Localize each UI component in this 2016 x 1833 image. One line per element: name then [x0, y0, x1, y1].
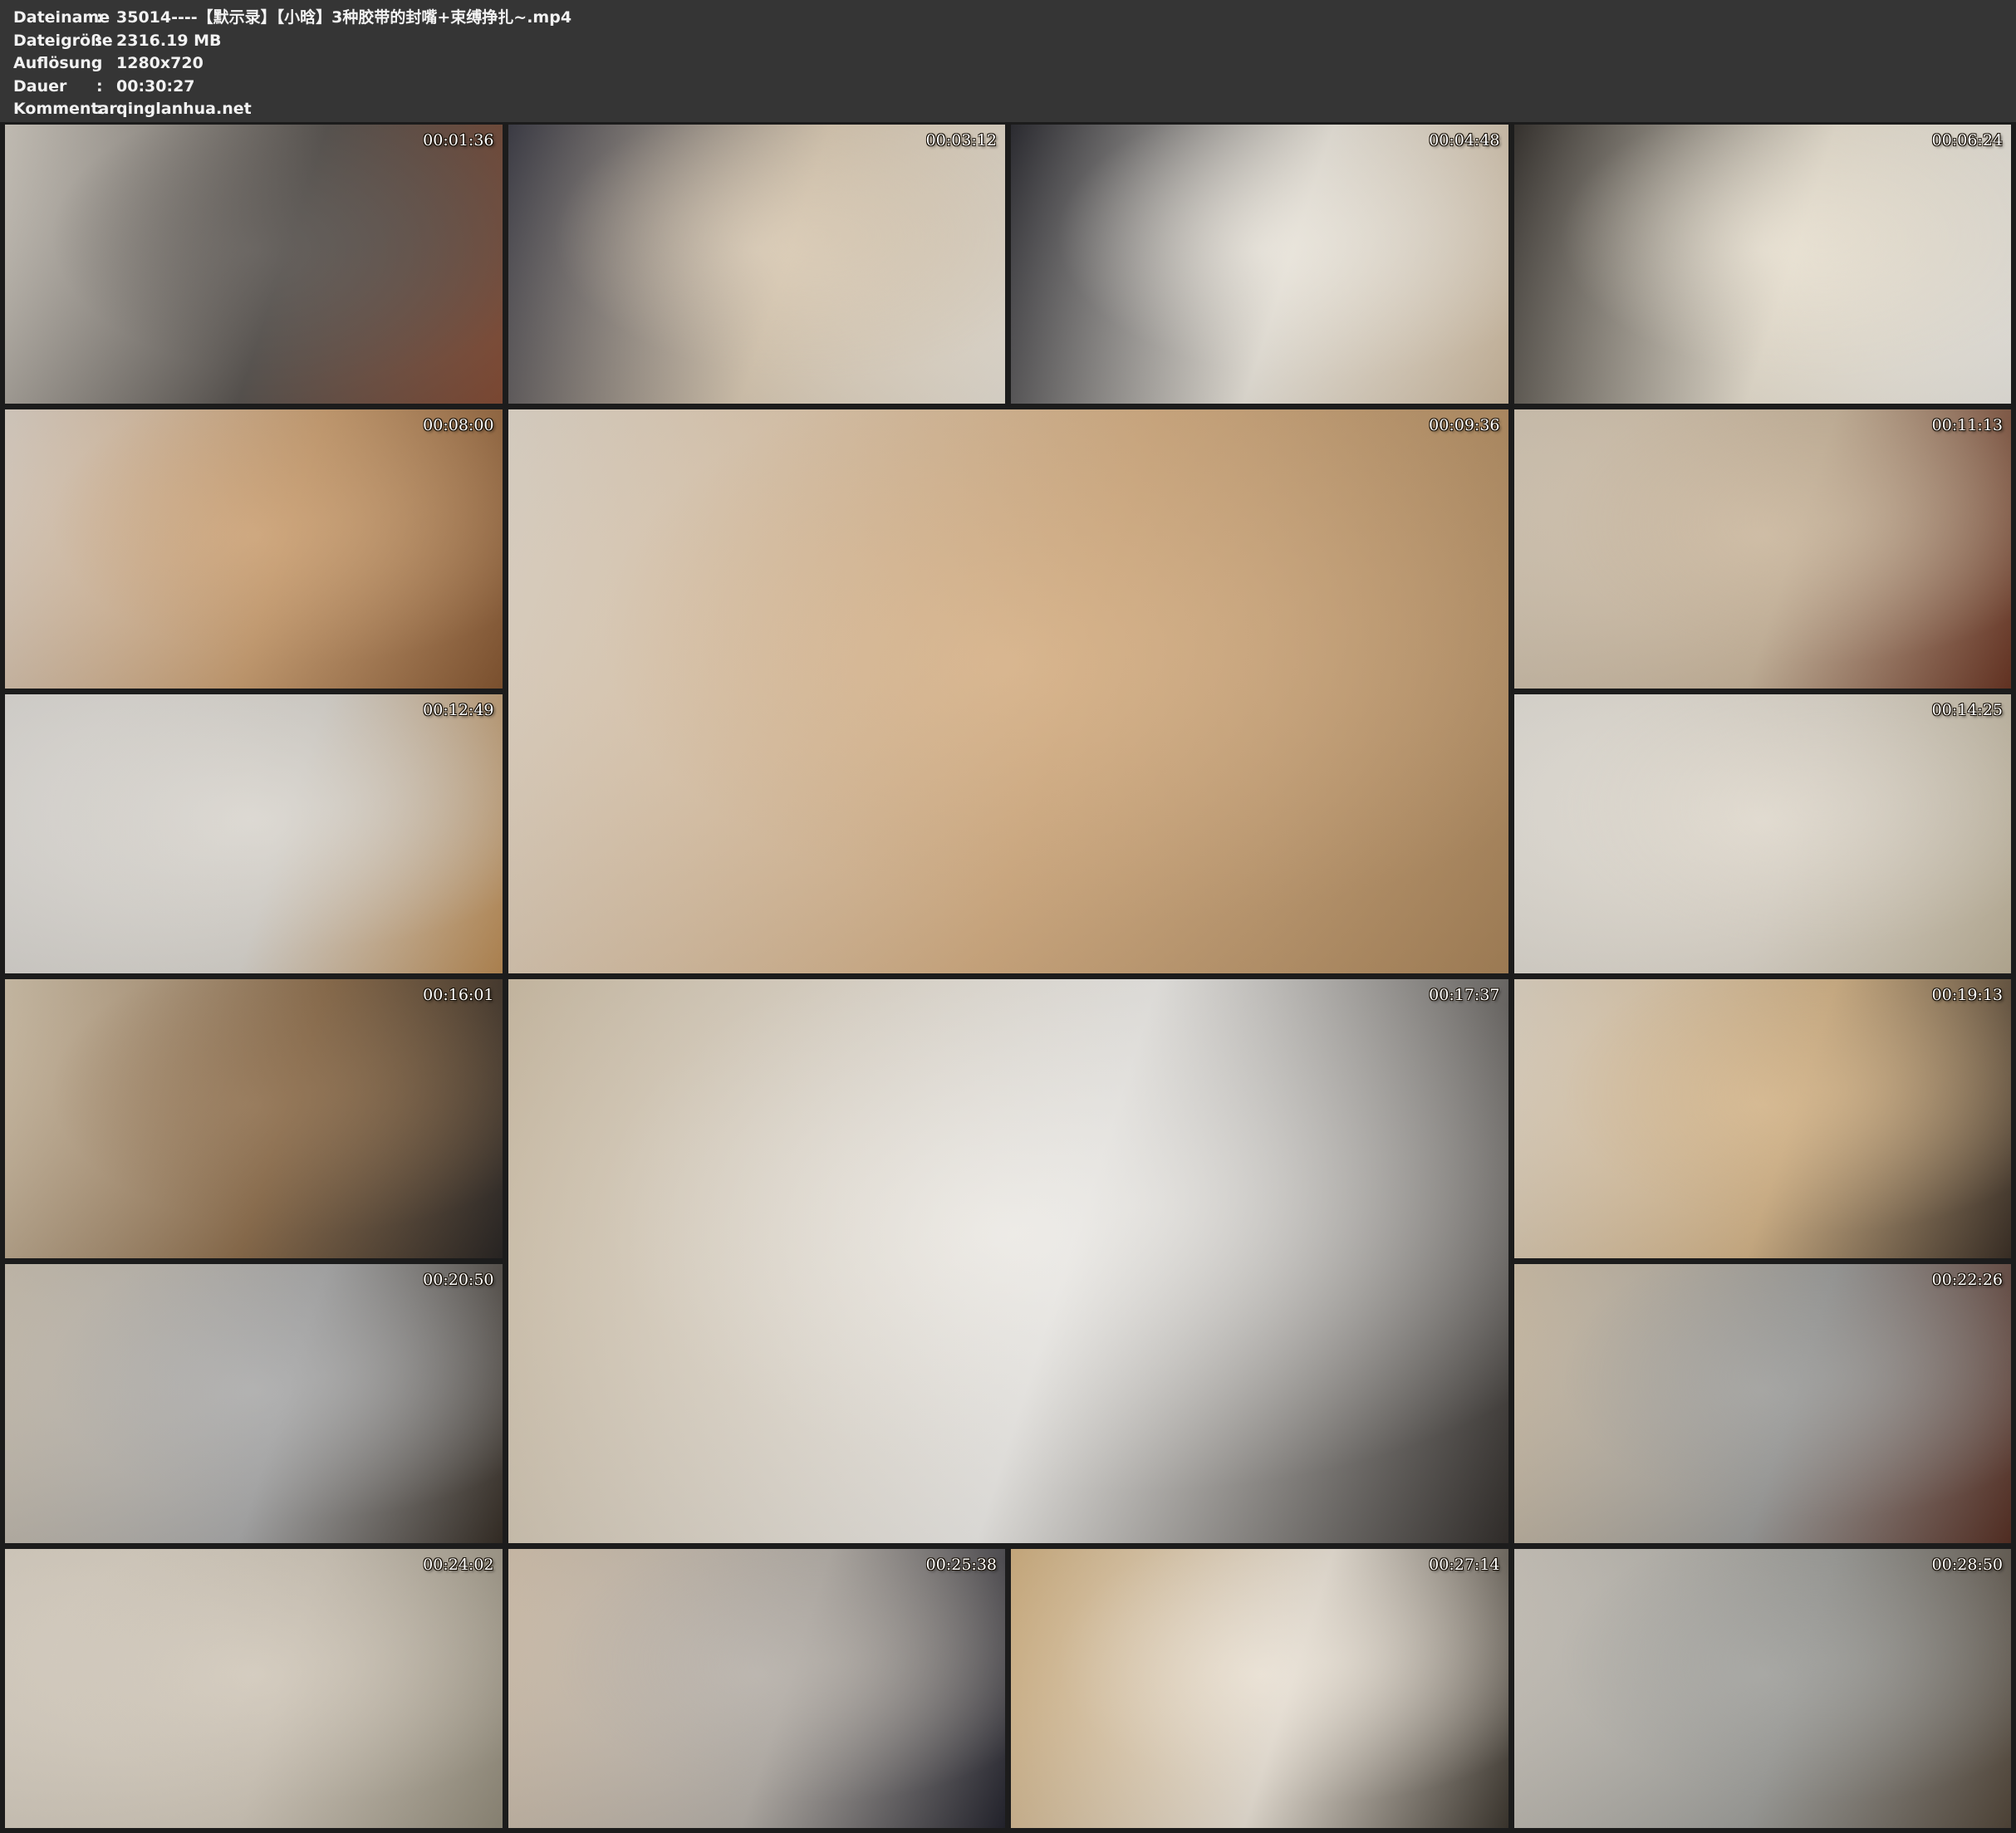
video-thumbnail: 00:03:12: [508, 125, 1006, 404]
timestamp-overlay: 00:20:50: [423, 1271, 493, 1289]
video-thumbnail: 00:06:24: [1514, 125, 2012, 404]
file-info-row: Kommentar:qinglanhua.net: [13, 98, 2003, 121]
file-info-value: 35014----【默示录】【小晗】3种胶带的封嘴+束缚挣扎~.mp4: [116, 7, 2003, 30]
timestamp-overlay: 00:09:36: [1429, 416, 1499, 434]
video-thumbnail: 00:09:36: [508, 409, 1508, 973]
file-info-label: Auflösung: [13, 52, 96, 76]
timestamp-overlay: 00:17:37: [1429, 986, 1499, 1004]
timestamp-overlay: 00:28:50: [1932, 1556, 2003, 1574]
timestamp-overlay: 00:08:00: [423, 416, 493, 434]
video-thumbnail: 00:17:37: [508, 979, 1508, 1543]
file-info-row: Dateigröße:2316.19 MB: [13, 30, 2003, 53]
video-thumbnail: 00:16:01: [5, 979, 503, 1258]
video-thumbnail: 00:22:26: [1514, 1264, 2012, 1543]
file-info-separator: :: [96, 52, 116, 76]
timestamp-overlay: 00:03:12: [926, 131, 997, 149]
timestamp-overlay: 00:25:38: [926, 1556, 997, 1574]
video-thumbnail: 00:01:36: [5, 125, 503, 404]
timestamp-overlay: 00:12:49: [423, 701, 493, 719]
file-info-row: Auflösung:1280x720: [13, 52, 2003, 76]
timestamp-overlay: 00:19:13: [1932, 986, 2003, 1004]
video-thumbnail: 00:27:14: [1011, 1549, 1508, 1828]
timestamp-overlay: 00:06:24: [1932, 131, 2003, 149]
video-thumbnail: 00:25:38: [508, 1549, 1006, 1828]
timestamp-overlay: 00:01:36: [423, 131, 493, 149]
file-info-value: 2316.19 MB: [116, 30, 2003, 53]
file-info-header: Dateiname:35014----【默示录】【小晗】3种胶带的封嘴+束缚挣扎…: [0, 0, 2016, 122]
timestamp-overlay: 00:14:25: [1932, 701, 2003, 719]
file-info-label: Dateiname: [13, 7, 96, 30]
video-thumbnail: 00:11:13: [1514, 409, 2012, 689]
file-info-separator: :: [96, 98, 116, 121]
file-info-separator: :: [96, 7, 116, 30]
video-thumbnail: 00:12:49: [5, 694, 503, 973]
timestamp-overlay: 00:11:13: [1932, 416, 2003, 434]
file-info-value: qinglanhua.net: [116, 98, 2003, 121]
file-info-row: Dateiname:35014----【默示录】【小晗】3种胶带的封嘴+束缚挣扎…: [13, 7, 2003, 30]
file-info-separator: :: [96, 76, 116, 99]
video-thumbnail: 00:08:00: [5, 409, 503, 689]
timestamp-overlay: 00:27:14: [1429, 1556, 1499, 1574]
file-info-label: Kommentar: [13, 98, 96, 121]
timestamp-overlay: 00:16:01: [423, 986, 493, 1004]
timestamp-overlay: 00:04:48: [1429, 131, 1499, 149]
thumbnail-grid: 00:01:36 00:03:12 00:04:48 00:06:24 00:08:00…: [0, 122, 2016, 1833]
video-thumbnail: 00:19:13: [1514, 979, 2012, 1258]
file-info-label: Dateigröße: [13, 30, 96, 53]
file-info-separator: :: [96, 30, 116, 53]
video-thumbnail: 00:24:02: [5, 1549, 503, 1828]
video-thumbnail: 00:20:50: [5, 1264, 503, 1543]
video-thumbnail: 00:04:48: [1011, 125, 1508, 404]
timestamp-overlay: 00:22:26: [1932, 1271, 2003, 1289]
video-thumbnail: 00:14:25: [1514, 694, 2012, 973]
file-info-rows: Dateiname:35014----【默示录】【小晗】3种胶带的封嘴+束缚挣扎…: [13, 7, 2003, 121]
file-info-row: Dauer:00:30:27: [13, 76, 2003, 99]
file-info-value: 00:30:27: [116, 76, 2003, 99]
timestamp-overlay: 00:24:02: [423, 1556, 493, 1574]
file-info-label: Dauer: [13, 76, 96, 99]
video-thumbnail: 00:28:50: [1514, 1549, 2012, 1828]
contact-sheet: Dateiname:35014----【默示录】【小晗】3种胶带的封嘴+束缚挣扎…: [0, 0, 2016, 1832]
file-info-value: 1280x720: [116, 52, 2003, 76]
